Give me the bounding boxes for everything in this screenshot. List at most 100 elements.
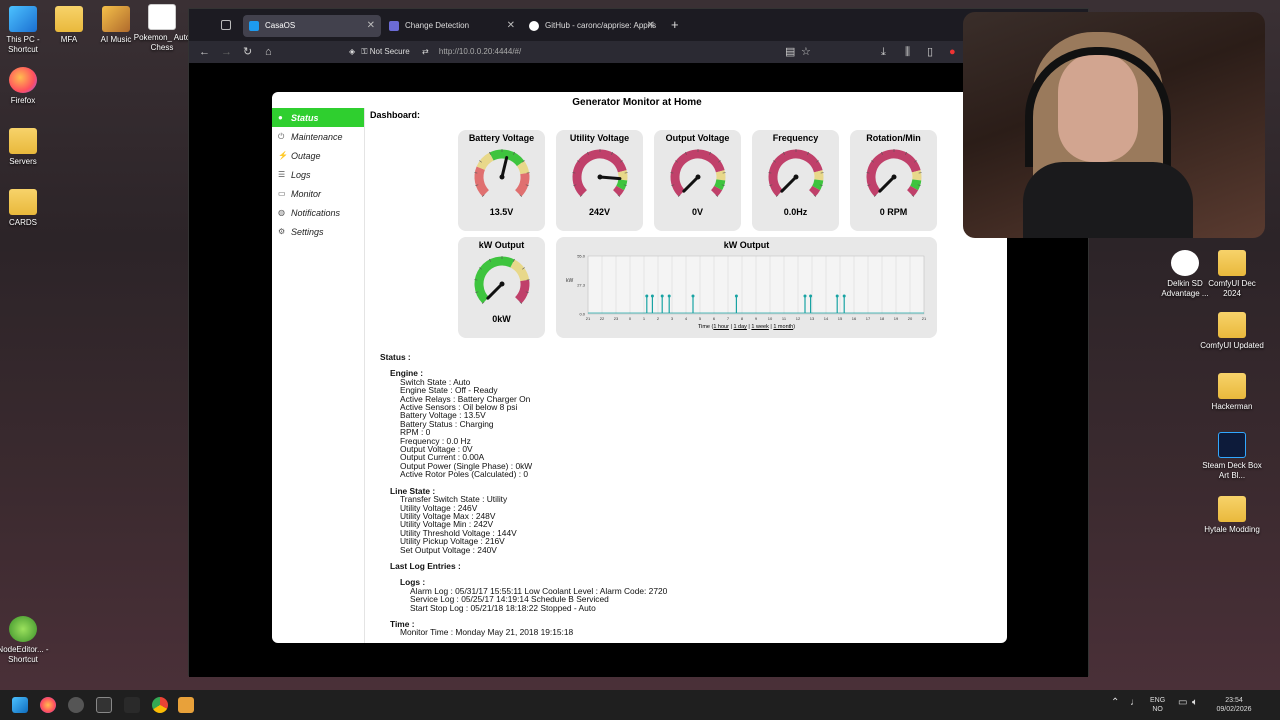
url-bar[interactable]: ◈ ⚿ Not Secure ⇄ http://10.0.0.20:4444/#… <box>349 43 949 61</box>
webcam-person-shirt <box>1023 162 1193 238</box>
sidebar: ● Status ⏻ Maintenance ⚡ Outage ☰ Logs ▭ Monitor ◍… <box>272 108 365 643</box>
range-1-week-link[interactable]: 1 week <box>751 324 768 330</box>
tab-label: GitHub - caronc/apprise: Appris <box>545 21 657 30</box>
clock[interactable]: 23:54 09/02/2026 <box>1210 696 1258 714</box>
desktop-icon-comfyui-dec[interactable]: ComfyUI Dec 2024 <box>1200 250 1264 299</box>
close-tab-icon[interactable]: ✕ <box>367 15 375 37</box>
desktop-icon-label: CARDS <box>8 218 37 227</box>
gauge-title: Battery Voltage <box>468 133 535 143</box>
gauge-needle <box>779 175 797 193</box>
gauge-band <box>715 170 725 181</box>
status-line: Battery Status : Charging <box>400 418 494 429</box>
sidebar-item-notifications[interactable]: ◍ Notifications <box>272 203 364 222</box>
tab-change-detection[interactable]: Change Detection ✕ <box>383 15 521 37</box>
tab-list-icon[interactable] <box>221 20 231 30</box>
desktop-icon-label: ComfyUI Updated <box>1200 341 1264 350</box>
gauge-dial <box>571 149 628 198</box>
gauge-hub <box>891 174 896 180</box>
bookmark-star-icon[interactable]: ☆ <box>801 44 811 60</box>
start-icon[interactable] <box>12 697 28 713</box>
gauge-utility-voltage: Utility Voltage 242V <box>556 130 643 231</box>
library-icon[interactable]: ⫼ <box>905 44 910 60</box>
microphone-icon[interactable]: ♩ <box>1130 698 1140 708</box>
app-icon <box>148 4 176 30</box>
gauge-battery-voltage: Battery Voltage 13.5V <box>458 130 545 231</box>
desktop-icon-firefox[interactable]: Firefox <box>0 67 55 106</box>
gauge-output-voltage: Output Voltage 0V <box>654 130 741 231</box>
chart-spike-point <box>842 294 846 298</box>
tab-github[interactable]: GitHub - caronc/apprise: Appris ✕ <box>523 15 661 37</box>
github-icon <box>529 21 539 31</box>
gauge-title: Frequency <box>772 133 819 143</box>
taskbar-terminal-icon[interactable] <box>96 697 112 713</box>
status-icon: ● <box>278 113 283 122</box>
downloads-icon[interactable]: ⤓ <box>881 44 886 60</box>
gauge-rotation-min: Rotation/Min 0 RPM <box>850 130 937 231</box>
reader-view-icon[interactable]: ▤ <box>785 44 795 60</box>
close-tab-icon[interactable]: ✕ <box>647 15 655 37</box>
gauge-band <box>906 185 918 197</box>
taskbar-firefox-icon[interactable] <box>40 697 56 713</box>
range-1-hour-link[interactable]: 1 hour <box>713 324 729 330</box>
network-icon[interactable]: ▭ <box>1178 698 1187 708</box>
gauge-band <box>713 179 725 191</box>
desktop-icon-nodeeditor[interactable]: NodeEditor... - Shortcut <box>0 616 55 665</box>
home-icon[interactable]: ⌂ <box>265 44 272 60</box>
chart-x-tick: 3 <box>670 316 673 321</box>
forward-icon[interactable]: → <box>221 44 232 60</box>
chart-x-tick: 17 <box>865 316 870 321</box>
taskbar-steam-icon[interactable] <box>124 697 140 713</box>
desktop-icon-steam-deck[interactable]: Steam Deck Box Art Bl... <box>1200 432 1264 481</box>
gauge-value: 0V <box>691 207 703 217</box>
gauge-band <box>509 259 529 282</box>
tab-label: CasaOS <box>265 21 296 30</box>
chart-x-tick: 5 <box>698 316 701 321</box>
tray-overflow-icon[interactable]: ⌃ <box>1111 698 1119 708</box>
desktop-icon-hackerman[interactable]: Hackerman <box>1200 373 1264 412</box>
gauge-band <box>909 179 921 191</box>
volume-icon[interactable]: 🔈︎ <box>1192 698 1198 708</box>
desktop-icon-hytale[interactable]: Hytale Modding <box>1200 496 1264 535</box>
sidebar-item-label: Monitor <box>291 188 322 199</box>
sidebar-item-settings[interactable]: ⚙ Settings <box>272 222 364 241</box>
desktop-icon-pokemon-auto-chess[interactable]: Pokemon_ Auto Chess <box>130 4 194 53</box>
tab-casaos[interactable]: CasaOS ✕ <box>243 15 381 37</box>
desktop-icon-servers[interactable]: Servers <box>0 128 55 167</box>
desktop-icon-cards[interactable]: CARDS <box>0 189 55 228</box>
new-tab-button[interactable]: + <box>671 17 679 32</box>
tab-strip: CasaOS ✕ Change Detection ✕ GitHub - car… <box>189 9 1088 41</box>
reload-icon[interactable]: ↻ <box>243 44 252 60</box>
close-tab-icon[interactable]: ✕ <box>507 15 515 37</box>
desktop-icon-label: Steam Deck Box Art Bl... <box>1202 461 1262 480</box>
sidebar-item-outage[interactable]: ⚡ Outage <box>272 146 364 165</box>
gauge-dial <box>473 256 530 305</box>
gauge-title: Utility Voltage <box>569 133 630 143</box>
sidebar-item-maintenance[interactable]: ⏻ Maintenance <box>272 127 364 146</box>
sidebar-item-logs[interactable]: ☰ Logs <box>272 165 364 184</box>
taskbar-chrome-icon[interactable] <box>152 697 168 713</box>
sidebar-item-label: Logs <box>291 169 311 180</box>
sidebar-item-status[interactable]: ● Status <box>272 108 364 127</box>
taskbar-vlc-icon[interactable] <box>178 697 194 713</box>
gauge-needle <box>500 156 508 179</box>
gauge-band <box>612 185 624 197</box>
gauge-needle <box>598 175 621 181</box>
gauge-band <box>516 160 529 175</box>
time-section: Time : Monitor Time : Monday May 21, 201… <box>390 620 667 637</box>
adblock-icon[interactable]: ● <box>949 44 956 60</box>
last-log-section: Last Log Entries : Logs : Alarm Log : 05… <box>390 562 667 612</box>
desktop-icon-label: Pokemon_ Auto Chess <box>133 33 191 52</box>
taskbar-app-icon[interactable] <box>68 697 84 713</box>
range-1-month-link[interactable]: 1 month <box>773 324 793 330</box>
gauge-band <box>811 179 823 191</box>
sidebar-item-monitor[interactable]: ▭ Monitor <box>272 184 364 203</box>
range-1-day-link[interactable]: 1 day <box>733 324 746 330</box>
gauge-band <box>617 170 627 181</box>
dashboard-label: Dashboard: <box>370 110 421 120</box>
gauge-title: Rotation/Min <box>866 133 921 143</box>
sidebar-icon[interactable]: ▯ <box>927 44 933 60</box>
language-indicator[interactable]: ENG NO <box>1150 696 1165 714</box>
back-icon[interactable]: ← <box>199 44 210 60</box>
desktop-icon-label: Hytale Modding <box>1204 525 1260 534</box>
desktop-icon-comfyui-updated[interactable]: ComfyUI Updated <box>1200 312 1264 351</box>
